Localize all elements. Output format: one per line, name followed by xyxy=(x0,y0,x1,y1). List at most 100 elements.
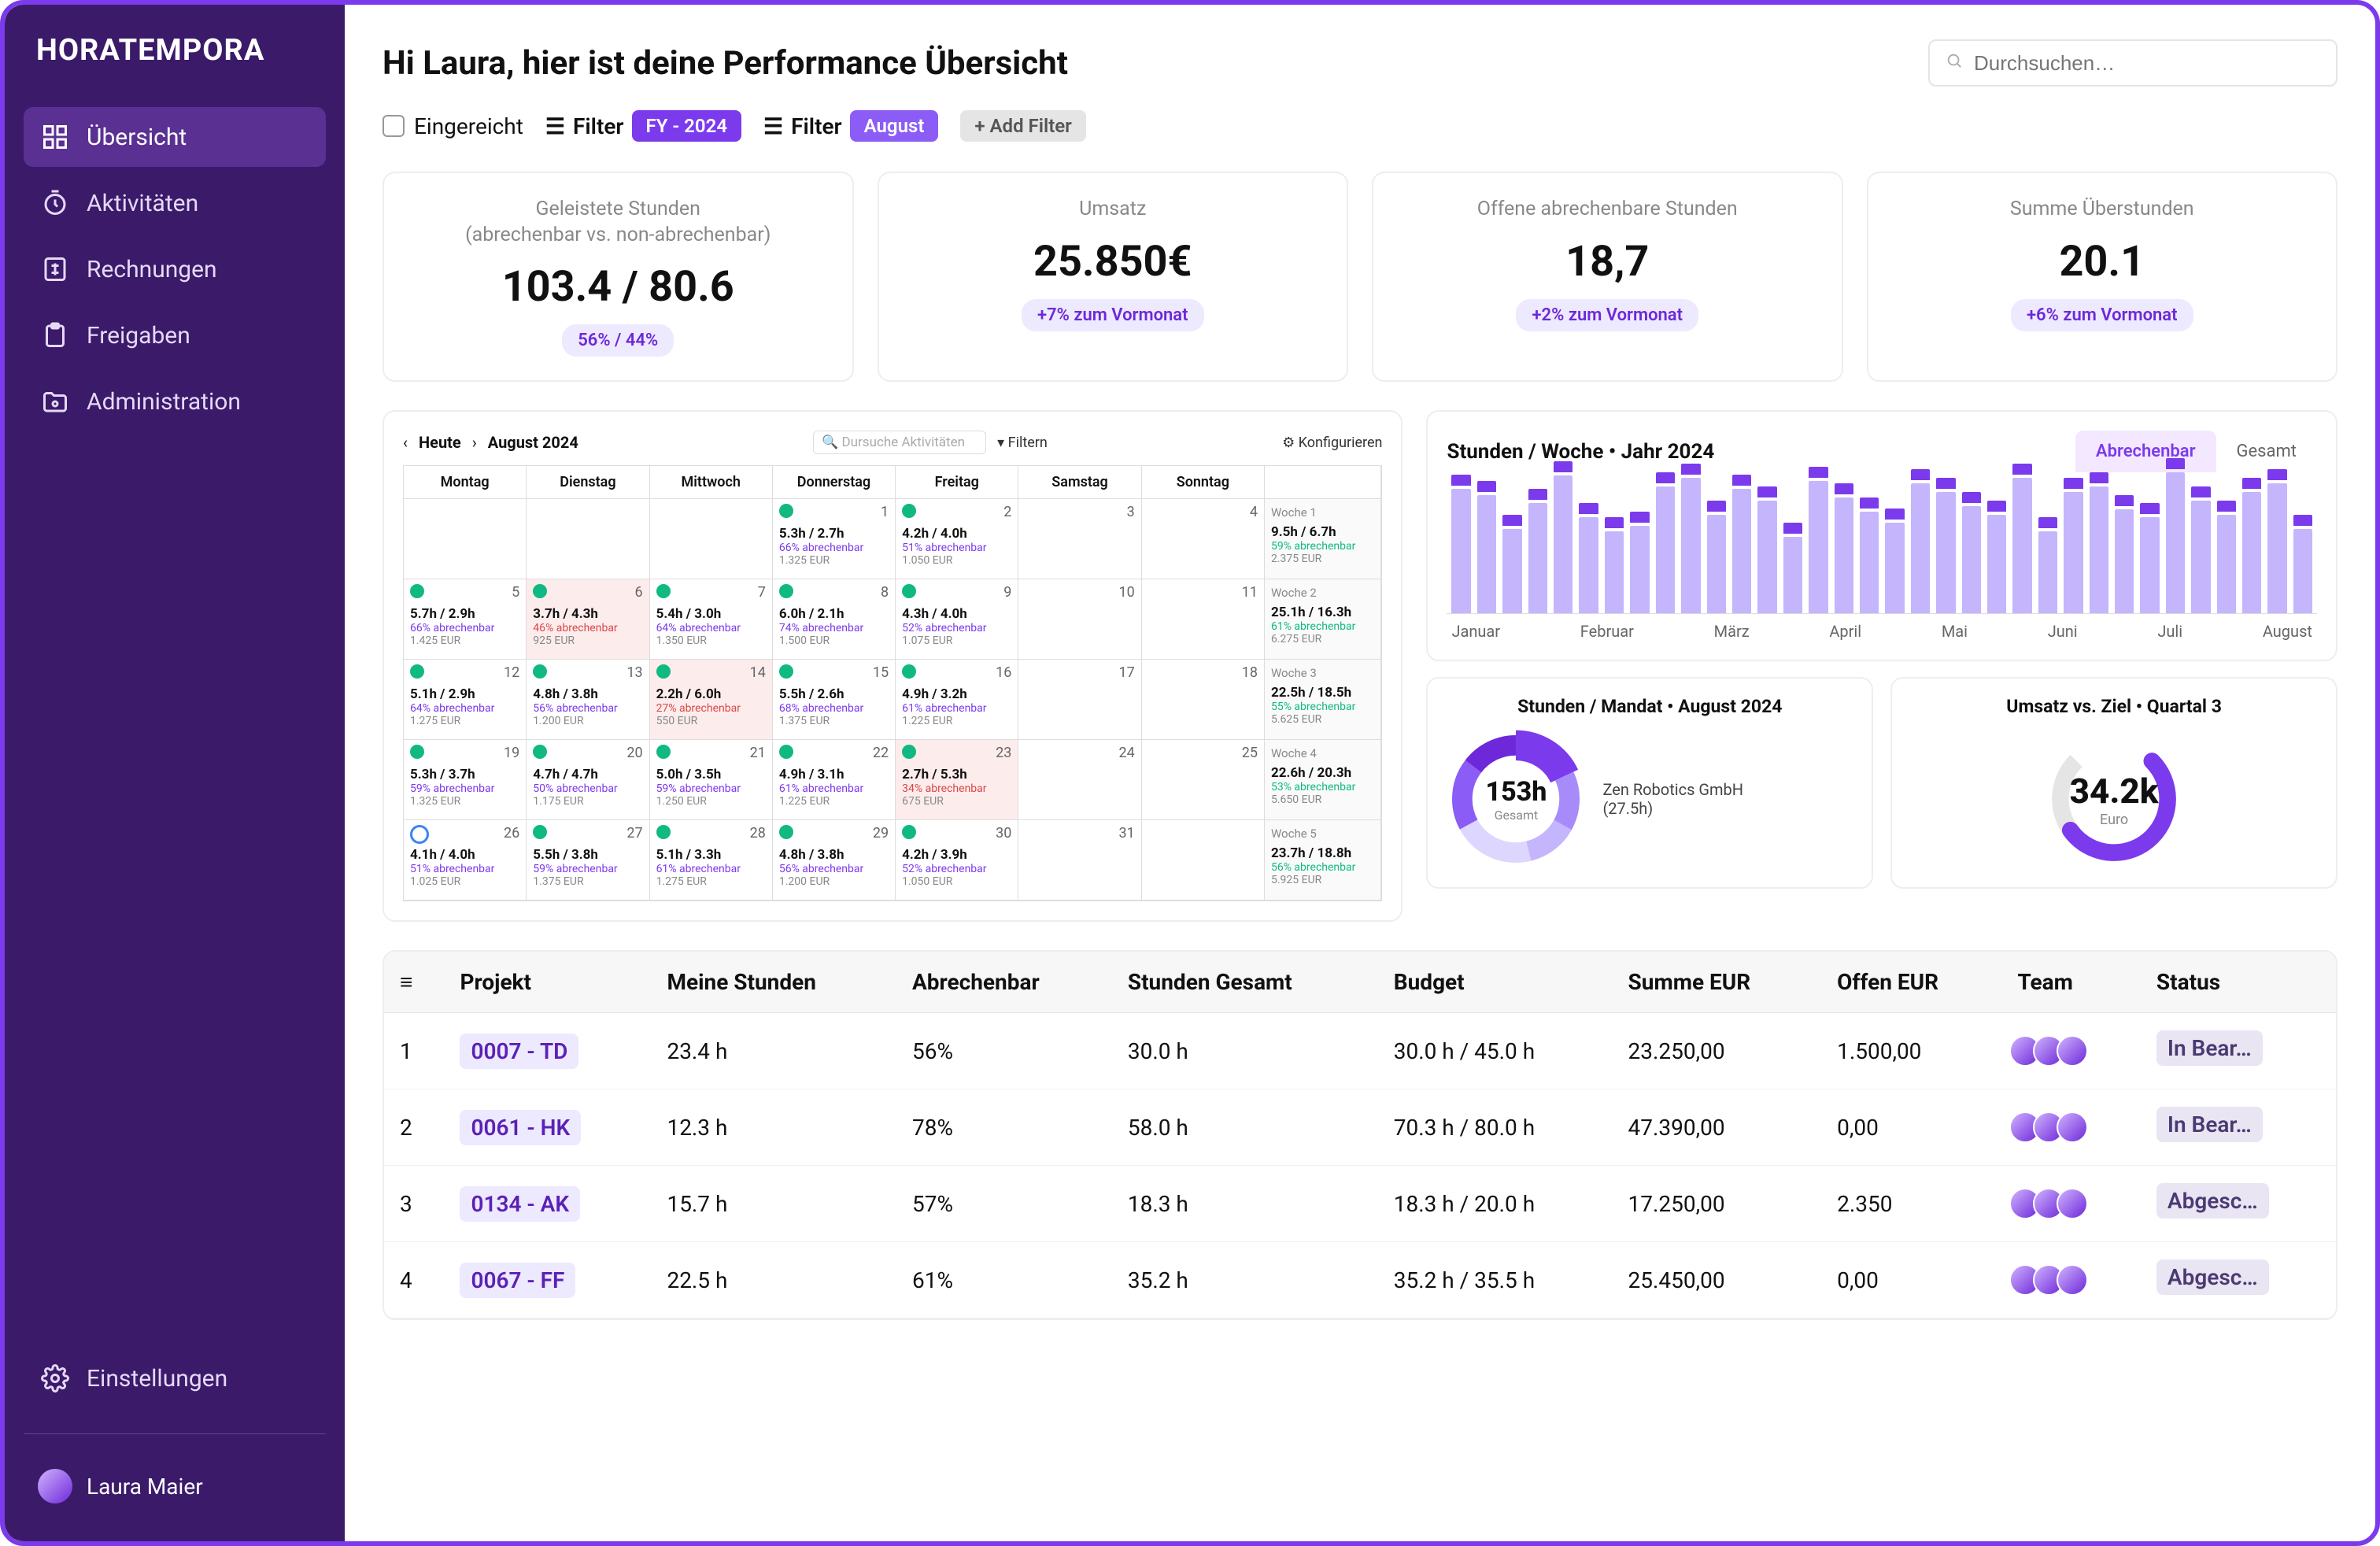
gauge-card: Umsatz vs. Ziel • Quartal 3 34.2k Euro xyxy=(1890,677,2338,889)
bar xyxy=(1885,523,1904,613)
calendar-cell[interactable]: 264.1h / 4.0h51% abrechenbar1.025 EUR xyxy=(404,820,527,901)
bar xyxy=(1681,478,1700,613)
table-row[interactable]: 2 0061 - HK 12.3 h 78% 58.0 h 70.3 h / 8… xyxy=(384,1089,2336,1166)
submitted-checkbox[interactable]: Eingereicht xyxy=(382,113,523,139)
filter-fy[interactable]: ☰ Filter FY - 2024 xyxy=(545,110,741,142)
calendar-cell[interactable]: 63.7h / 4.3h46% abrechenbar925 EUR xyxy=(527,579,649,660)
chevron-right-icon[interactable]: › xyxy=(472,433,477,452)
status-badge: Abgesc… xyxy=(2156,1183,2269,1219)
sidebar-item-administration[interactable]: Administration xyxy=(24,372,326,431)
add-filter-button[interactable]: + Add Filter xyxy=(960,110,1085,142)
table-header[interactable]: ≡ xyxy=(384,952,444,1013)
user-profile[interactable]: Laura Maier xyxy=(24,1459,326,1513)
calendar-filter[interactable]: ▾ Filtern xyxy=(997,435,1048,451)
calendar-cell[interactable]: 11 xyxy=(1142,579,1265,660)
table-header[interactable]: Projekt xyxy=(444,952,651,1013)
charts-column: Stunden / Woche • Jahr 2024 Abrechenbar … xyxy=(1426,410,2338,922)
chevron-left-icon[interactable]: ‹ xyxy=(403,433,408,452)
calendar-cell[interactable] xyxy=(527,499,649,579)
calendar-cell[interactable]: 125.1h / 2.9h64% abrechenbar1.275 EUR xyxy=(404,660,527,740)
calendar-cell[interactable] xyxy=(404,499,527,579)
table-row[interactable]: 1 0007 - TD 23.4 h 56% 30.0 h 30.0 h / 4… xyxy=(384,1013,2336,1089)
status-dot-icon xyxy=(410,664,424,679)
table-header[interactable]: Team xyxy=(2001,952,2140,1013)
calendar-cell[interactable]: 94.3h / 4.0h52% abrechenbar1.075 EUR xyxy=(896,579,1018,660)
calendar-cell[interactable]: 24 xyxy=(1018,740,1141,820)
calendar-cell[interactable]: 142.2h / 6.0h27% abrechenbar550 EUR xyxy=(650,660,773,740)
calendar-cell[interactable]: 18 xyxy=(1142,660,1265,740)
project-chip[interactable]: 0007 - TD xyxy=(460,1034,578,1069)
calendar-cell[interactable]: 224.9h / 3.1h61% abrechenbar1.225 EUR xyxy=(773,740,896,820)
bar xyxy=(2090,486,2108,613)
calendar-cell[interactable]: 134.8h / 3.8h56% abrechenbar1.200 EUR xyxy=(527,660,649,740)
calendar-cell[interactable]: 155.5h / 2.6h68% abrechenbar1.375 EUR xyxy=(773,660,896,740)
calendar-cell[interactable]: 232.7h / 5.3h34% abrechenbar675 EUR xyxy=(896,740,1018,820)
calendar-cell[interactable]: 304.2h / 3.9h52% abrechenbar1.050 EUR xyxy=(896,820,1018,901)
day-number: 8 xyxy=(881,584,889,601)
calendar-cell[interactable]: 4 xyxy=(1142,499,1265,579)
status-dot-icon xyxy=(656,825,671,839)
table-header[interactable]: Budget xyxy=(1378,952,1613,1013)
calendar-day-header: Montag xyxy=(404,466,527,499)
calendar-cell[interactable]: 10 xyxy=(1018,579,1141,660)
calendar-cell[interactable]: 294.8h / 3.8h56% abrechenbar1.200 EUR xyxy=(773,820,896,901)
table-header[interactable]: Status xyxy=(2141,952,2336,1013)
search-field[interactable] xyxy=(1974,51,2320,76)
status-dot-icon xyxy=(779,664,793,679)
table-row[interactable]: 4 0067 - FF 22.5 h 61% 35.2 h 35.2 h / 3… xyxy=(384,1242,2336,1319)
calendar-cell[interactable]: 25 xyxy=(1142,740,1265,820)
tab-abrechenbar[interactable]: Abrechenbar xyxy=(2075,431,2216,472)
calendar-cell[interactable] xyxy=(650,499,773,579)
calendar-config[interactable]: ⚙ Konfigurieren xyxy=(1282,435,1382,451)
calendar-cell[interactable]: 215.0h / 3.5h59% abrechenbar1.250 EUR xyxy=(650,740,773,820)
gear-icon xyxy=(41,1364,69,1393)
table-header[interactable]: Offen EUR xyxy=(1821,952,2001,1013)
status-dot-icon xyxy=(779,825,793,839)
calendar-cell[interactable]: 164.9h / 3.2h61% abrechenbar1.225 EUR xyxy=(896,660,1018,740)
chip-month[interactable]: August xyxy=(850,110,939,142)
calendar-search[interactable]: 🔍 Dursuche Aktivitäten xyxy=(813,431,986,454)
calendar-cell[interactable]: 275.5h / 3.8h59% abrechenbar1.375 EUR xyxy=(527,820,649,901)
table-row[interactable]: 3 0134 - AK 15.7 h 57% 18.3 h 18.3 h / 2… xyxy=(384,1166,2336,1242)
calendar-cell[interactable] xyxy=(1142,820,1265,901)
search-input[interactable] xyxy=(1928,39,2338,87)
day-number: 20 xyxy=(626,745,642,761)
project-chip[interactable]: 0134 - AK xyxy=(460,1186,580,1222)
table-header[interactable]: Abrechenbar xyxy=(896,952,1112,1013)
calendar-day-header: Sonntag xyxy=(1142,466,1265,499)
avatar xyxy=(38,1469,72,1503)
today-button[interactable]: Heute xyxy=(419,433,461,452)
calendar-cell[interactable]: 204.7h / 4.7h50% abrechenbar1.175 EUR xyxy=(527,740,649,820)
bar xyxy=(1502,529,1521,613)
chip-fy[interactable]: FY - 2024 xyxy=(632,110,742,142)
calendar-day-header: Freitag xyxy=(896,466,1018,499)
calendar-cell[interactable]: 195.3h / 3.7h59% abrechenbar1.325 EUR xyxy=(404,740,527,820)
calendar-cell[interactable]: 55.7h / 2.9h66% abrechenbar1.425 EUR xyxy=(404,579,527,660)
tab-gesamt[interactable]: Gesamt xyxy=(2216,431,2317,472)
sidebar-item-aktivitäten[interactable]: Aktivitäten xyxy=(24,173,326,233)
calendar-cell[interactable]: 3 xyxy=(1018,499,1141,579)
day-number: 30 xyxy=(996,825,1011,841)
table-header[interactable]: Stunden Gesamt xyxy=(1112,952,1378,1013)
calendar-cell[interactable]: 17 xyxy=(1018,660,1141,740)
sidebar-item-übersicht[interactable]: Übersicht xyxy=(24,107,326,167)
project-chip[interactable]: 0061 - HK xyxy=(460,1110,581,1145)
clipboard-icon xyxy=(41,321,69,350)
calendar-cell[interactable]: 86.0h / 2.1h74% abrechenbar1.500 EUR xyxy=(773,579,896,660)
filter-month[interactable]: ☰ Filter August xyxy=(763,110,938,142)
sidebar-item-rechnungen[interactable]: Rechnungen xyxy=(24,239,326,299)
status-badge: Abgesc… xyxy=(2156,1259,2269,1295)
calendar-cell[interactable]: 31 xyxy=(1018,820,1141,901)
calendar-cell[interactable]: 285.1h / 3.3h61% abrechenbar1.275 EUR xyxy=(650,820,773,901)
table-header[interactable]: Meine Stunden xyxy=(651,952,896,1013)
day-number: 24 xyxy=(1118,745,1134,761)
sidebar-item-settings[interactable]: Einstellungen xyxy=(24,1348,326,1408)
sidebar-item-freigaben[interactable]: Freigaben xyxy=(24,305,326,365)
day-number: 26 xyxy=(504,825,519,841)
project-chip[interactable]: 0067 - FF xyxy=(460,1263,575,1298)
calendar-cell[interactable]: 75.4h / 3.0h64% abrechenbar1.350 EUR xyxy=(650,579,773,660)
calendar-cell[interactable]: 15.3h / 2.7h66% abrechenbar1.325 EUR xyxy=(773,499,896,579)
table-header[interactable]: Summe EUR xyxy=(1613,952,1822,1013)
calendar-cell[interactable]: 24.2h / 4.0h51% abrechenbar1.050 EUR xyxy=(896,499,1018,579)
filter-bar: Eingereicht ☰ Filter FY - 2024 ☰ Filter … xyxy=(382,110,2338,142)
